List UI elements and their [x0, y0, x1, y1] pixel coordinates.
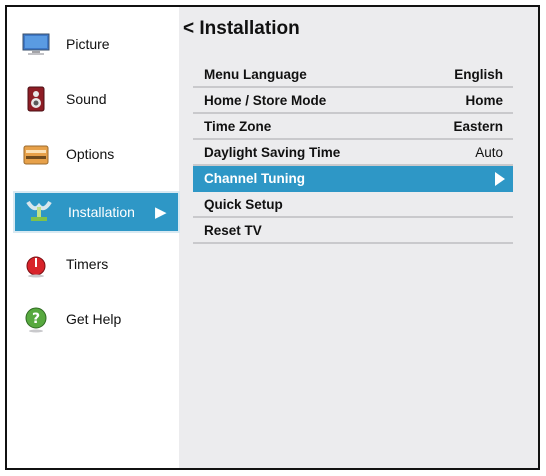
row-label: Home / Store Mode	[204, 93, 327, 108]
options-panel-icon	[22, 140, 50, 168]
tv-monitor-icon	[22, 30, 50, 58]
page-title: < Installation	[183, 18, 300, 40]
sidebar-item-label: Get Help	[66, 311, 122, 327]
speaker-icon	[22, 85, 50, 113]
settings-list: Menu Language English Home / Store Mode …	[193, 62, 513, 244]
row-label: Menu Language	[204, 67, 307, 82]
row-value: English	[454, 67, 503, 82]
sidebar-item-picture[interactable]: Picture	[12, 24, 177, 64]
menu-row-channel-tuning[interactable]: Channel Tuning	[193, 166, 513, 192]
sidebar-item-sound[interactable]: Sound	[12, 79, 177, 119]
menu-row-menu-language[interactable]: Menu Language English	[193, 62, 513, 88]
menu-row-reset-tv[interactable]: Reset TV	[193, 218, 513, 244]
sidebar-item-timers[interactable]: Timers	[12, 244, 177, 284]
row-label: Daylight Saving Time	[204, 145, 341, 160]
power-clock-icon	[22, 250, 50, 278]
submenu-arrow-icon: ▶	[154, 204, 167, 221]
satellite-dish-icon	[25, 198, 53, 226]
sidebar-item-get-help[interactable]: ? Get Help	[12, 299, 177, 339]
sidebar-item-label: Installation	[68, 204, 135, 220]
sidebar-item-label: Picture	[66, 36, 110, 52]
sidebar-item-label: Sound	[66, 91, 107, 107]
sidebar	[7, 7, 179, 468]
chevron-right-icon	[495, 172, 505, 186]
page-title-text: Installation	[199, 18, 300, 39]
row-label: Time Zone	[204, 119, 272, 134]
row-value: Auto	[475, 145, 503, 160]
back-button[interactable]: <	[183, 18, 194, 39]
row-value: Home	[465, 93, 503, 108]
row-label: Reset TV	[204, 223, 262, 238]
svg-text:?: ?	[32, 311, 40, 327]
menu-row-daylight-saving-time[interactable]: Daylight Saving Time Auto	[193, 140, 513, 166]
sidebar-item-label: Timers	[66, 256, 109, 272]
sidebar-item-installation[interactable]: Installation ▶	[13, 191, 180, 233]
row-value: Eastern	[453, 119, 503, 134]
row-label: Channel Tuning	[204, 171, 305, 186]
menu-row-time-zone[interactable]: Time Zone Eastern	[193, 114, 513, 140]
menu-row-home-store-mode[interactable]: Home / Store Mode Home	[193, 88, 513, 114]
help-question-icon: ?	[22, 305, 50, 333]
row-label: Quick Setup	[204, 197, 283, 212]
sidebar-item-options[interactable]: Options	[12, 134, 177, 174]
sidebar-item-label: Options	[66, 146, 115, 162]
menu-row-quick-setup[interactable]: Quick Setup	[193, 192, 513, 218]
